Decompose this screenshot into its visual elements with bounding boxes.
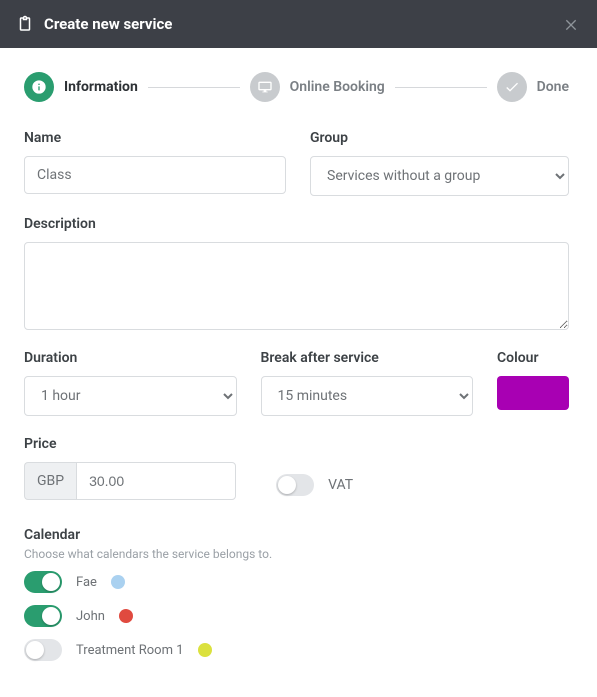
calendar-toggle[interactable] bbox=[24, 571, 62, 593]
check-icon bbox=[497, 72, 527, 102]
modal-body: Information Online Booking Done Name bbox=[0, 48, 597, 697]
calendar-section: Calendar Choose what calendars the servi… bbox=[24, 524, 569, 661]
step-label: Online Booking bbox=[290, 79, 385, 95]
price-input-group: GBP bbox=[24, 462, 236, 500]
stepper: Information Online Booking Done bbox=[24, 72, 569, 102]
close-button[interactable] bbox=[559, 12, 583, 36]
calendar-toggle[interactable] bbox=[24, 605, 62, 627]
currency-addon: GBP bbox=[24, 462, 76, 500]
close-icon bbox=[563, 16, 579, 32]
modal-title: Create new service bbox=[44, 15, 172, 33]
step-done[interactable]: Done bbox=[497, 72, 569, 102]
colour-picker[interactable] bbox=[497, 376, 569, 410]
step-online-booking[interactable]: Online Booking bbox=[250, 72, 385, 102]
duration-field: Duration 1 hour bbox=[24, 350, 237, 416]
monitor-icon bbox=[250, 72, 280, 102]
break-after-label: Break after service bbox=[261, 350, 474, 366]
info-icon bbox=[24, 72, 54, 102]
vat-field: VAT bbox=[276, 474, 353, 500]
vat-label: VAT bbox=[328, 477, 353, 493]
description-input[interactable] bbox=[24, 242, 569, 330]
calendar-colour-dot bbox=[111, 575, 125, 589]
calendar-colour-dot bbox=[198, 643, 212, 657]
break-after-field: Break after service 15 minutes bbox=[261, 350, 474, 416]
name-input[interactable] bbox=[24, 156, 286, 194]
price-label: Price bbox=[24, 436, 236, 452]
group-label: Group bbox=[310, 130, 569, 146]
price-field: Price GBP bbox=[24, 436, 236, 500]
description-field: Description bbox=[24, 216, 569, 330]
duration-select[interactable]: 1 hour bbox=[24, 376, 237, 416]
name-field: Name bbox=[24, 130, 286, 196]
calendar-name: Treatment Room 1 bbox=[76, 643, 184, 658]
colour-field: Colour bbox=[497, 350, 569, 416]
step-label: Information bbox=[64, 79, 138, 95]
step-connector bbox=[148, 87, 240, 88]
modal-header: Create new service bbox=[0, 0, 597, 48]
calendar-hint: Choose what calendars the service belong… bbox=[24, 547, 569, 561]
calendar-item-john: John bbox=[24, 605, 569, 627]
price-input[interactable] bbox=[76, 462, 236, 500]
group-select[interactable]: Services without a group bbox=[310, 156, 569, 196]
group-field: Group Services without a group bbox=[310, 130, 569, 196]
name-label: Name bbox=[24, 130, 286, 146]
calendar-item-fae: Fae bbox=[24, 571, 569, 593]
step-label: Done bbox=[537, 79, 569, 95]
description-label: Description bbox=[24, 216, 569, 232]
step-connector bbox=[395, 87, 487, 88]
calendar-name: Fae bbox=[76, 575, 97, 590]
step-information[interactable]: Information bbox=[24, 72, 138, 102]
calendar-label: Calendar bbox=[24, 527, 80, 543]
break-after-select[interactable]: 15 minutes bbox=[261, 376, 474, 416]
vat-toggle[interactable] bbox=[276, 474, 314, 496]
duration-label: Duration bbox=[24, 350, 237, 366]
calendar-colour-dot bbox=[119, 609, 133, 623]
calendar-name: John bbox=[76, 609, 105, 624]
colour-label: Colour bbox=[497, 350, 569, 366]
clipboard-icon bbox=[16, 15, 34, 33]
